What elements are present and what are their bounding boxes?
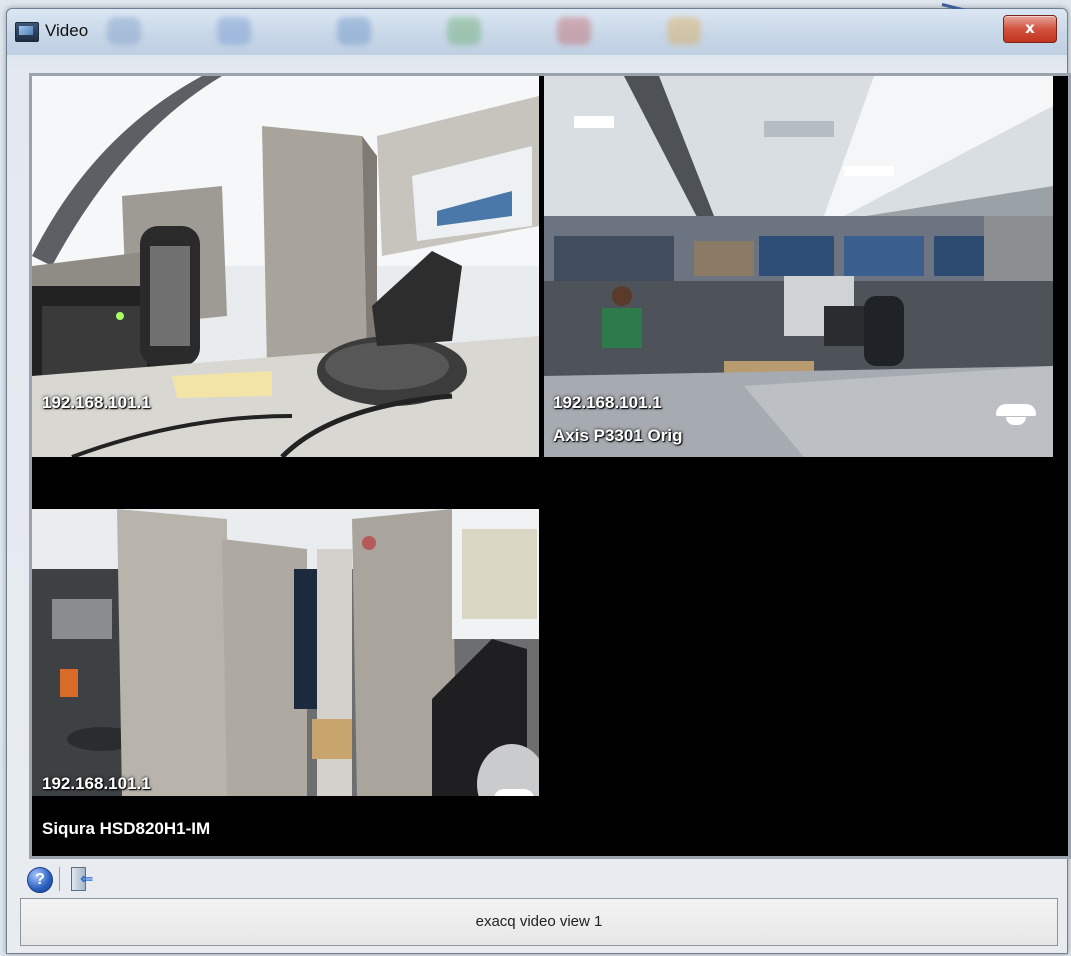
bottom-toolbar: ? ⇐ xyxy=(17,862,317,894)
video-tile-1[interactable]: 192.168.101.1 xyxy=(32,76,539,457)
status-bar: exacq video view 1 xyxy=(20,898,1058,946)
title-bar[interactable]: Video x xyxy=(7,9,1067,55)
exit-arrow-glyph: ⇐ xyxy=(80,869,94,888)
video-tile-3[interactable]: 192.168.101.1 xyxy=(32,509,539,796)
window-title: Video xyxy=(45,21,89,40)
toolbar-separator xyxy=(59,867,60,891)
dome-camera-icon[interactable] xyxy=(996,404,1036,426)
exit-icon[interactable]: ⇐ xyxy=(69,866,95,892)
video-tile-2[interactable]: 192.168.101.1 Axis P3301 Orig xyxy=(544,76,1053,457)
camera-ip-label: 192.168.101.1 xyxy=(42,774,151,793)
camera-ip-label: 192.168.101.1 xyxy=(553,393,662,412)
camera-name-label: Axis P3301 Orig xyxy=(553,426,683,445)
camera-name-label: Siqura HSD820H1-IM xyxy=(42,819,211,838)
dome-camera-icon[interactable] xyxy=(494,789,534,796)
video-grid: 192.168.101.1 192.168.101.1 Axis P3301 O… xyxy=(29,73,1071,859)
help-icon[interactable]: ? xyxy=(27,867,53,893)
video-window: Video x 192.168.101.1 192.168.101.1 Axis… xyxy=(6,3,1071,954)
camera-ip-label: 192.168.101.1 xyxy=(42,393,151,412)
close-button[interactable]: x xyxy=(1003,15,1057,43)
video-app-icon xyxy=(15,22,39,42)
camera-feed-cubicle xyxy=(32,509,539,796)
